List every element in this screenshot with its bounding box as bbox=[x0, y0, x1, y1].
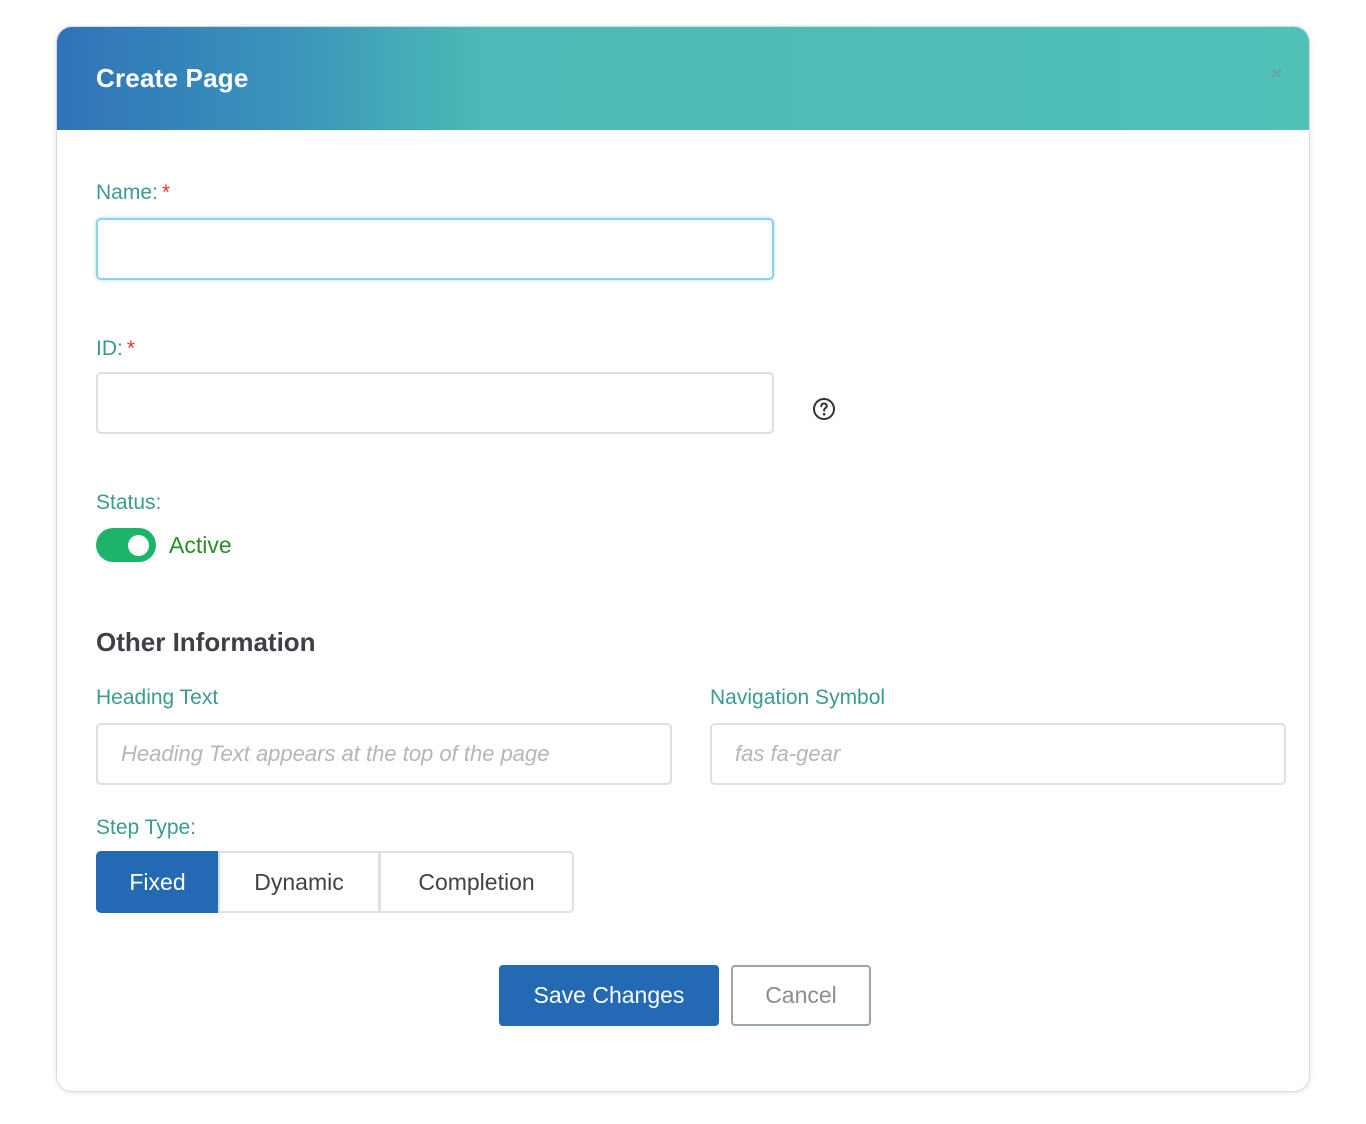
name-input[interactable] bbox=[96, 218, 774, 280]
required-marker: * bbox=[161, 181, 171, 204]
navigation-symbol-input[interactable] bbox=[710, 723, 1286, 785]
modal-header: Create Page × bbox=[57, 27, 1309, 130]
step-type-completion-button[interactable]: Completion bbox=[379, 851, 574, 913]
other-information-heading: Other Information bbox=[96, 627, 316, 657]
step-type-label: Step Type: bbox=[96, 816, 197, 839]
id-label: ID: * bbox=[96, 337, 135, 361]
name-label-text: Name: bbox=[96, 181, 158, 204]
create-page-modal: Create Page × Name: * ID: * Status: Active… bbox=[56, 26, 1310, 1092]
save-changes-button[interactable]: Save Changes bbox=[499, 965, 719, 1026]
cancel-button[interactable]: Cancel bbox=[731, 965, 871, 1026]
heading-text-label: Heading Text bbox=[96, 686, 219, 709]
navigation-symbol-label: Navigation Symbol bbox=[710, 686, 886, 709]
toggle-knob bbox=[128, 535, 149, 556]
status-label: Status: bbox=[96, 491, 162, 514]
heading-text-input[interactable] bbox=[96, 723, 672, 785]
step-type-fixed-button[interactable]: Fixed bbox=[96, 851, 219, 913]
id-label-text: ID: bbox=[96, 337, 123, 360]
name-label: Name: * bbox=[96, 181, 170, 205]
modal-title: Create Page bbox=[96, 63, 249, 93]
status-toggle-text: Active bbox=[169, 532, 232, 558]
status-toggle[interactable] bbox=[96, 528, 156, 562]
id-input[interactable] bbox=[96, 372, 774, 434]
close-icon[interactable]: × bbox=[1270, 63, 1283, 85]
question-circle-icon[interactable] bbox=[812, 397, 836, 421]
step-type-dynamic-button[interactable]: Dynamic bbox=[218, 851, 380, 913]
required-marker: * bbox=[126, 337, 136, 360]
